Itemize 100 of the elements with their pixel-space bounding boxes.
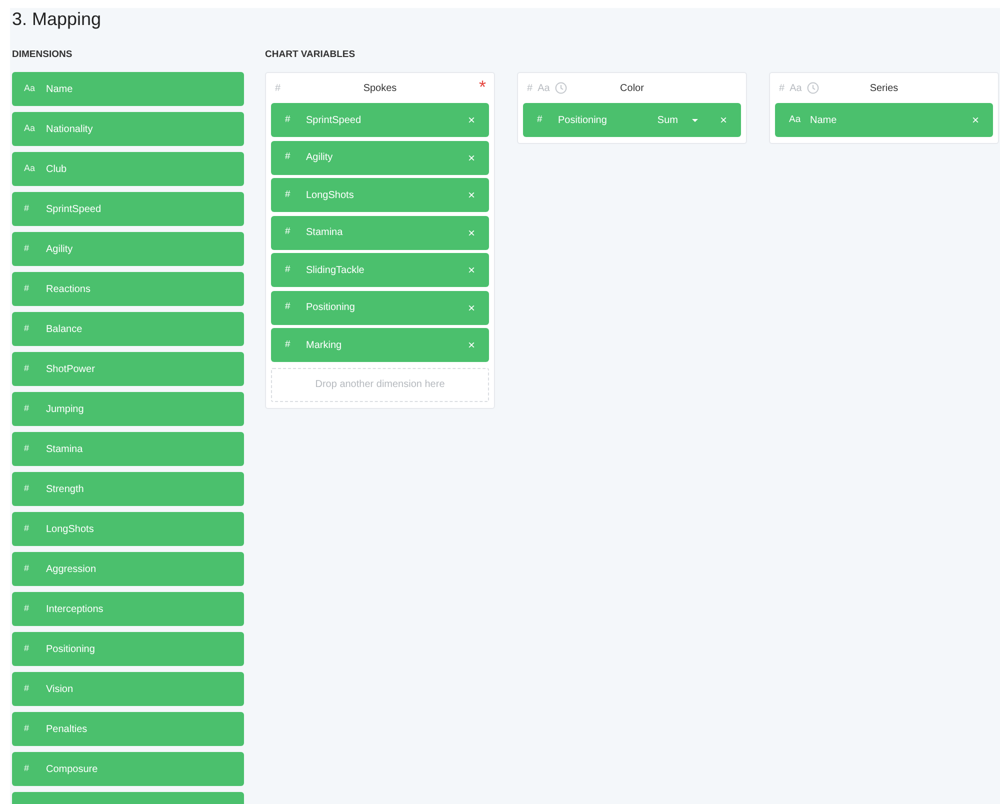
dimension-chip[interactable]: Aa Name bbox=[12, 72, 244, 106]
type-label: # bbox=[537, 112, 544, 127]
dimension-chip[interactable]: # Positioning bbox=[12, 632, 244, 666]
remove-button[interactable]: × bbox=[720, 114, 727, 126]
dimension-chip[interactable]: # Penalties bbox=[12, 712, 244, 746]
variable-chip[interactable]: Aa Name × bbox=[775, 103, 993, 137]
variable-chip[interactable]: # SlidingTackle × bbox=[271, 253, 489, 287]
dimension-label: Strength bbox=[46, 482, 84, 496]
variable-chip[interactable]: # Stamina × bbox=[271, 216, 489, 250]
type-label: # bbox=[285, 150, 292, 164]
type-label: Aa bbox=[789, 112, 802, 127]
variable-chip[interactable]: # Agility × bbox=[271, 140, 489, 174]
variable-chip[interactable]: # Positioning × bbox=[271, 290, 489, 324]
type-label: # bbox=[24, 282, 30, 296]
dimension-label: Reactions bbox=[46, 282, 90, 296]
type-label: # bbox=[24, 482, 30, 496]
aggregation-select[interactable]: Sum bbox=[657, 112, 678, 128]
dimension-chip[interactable]: # Jumping bbox=[12, 392, 244, 426]
variable-label: SprintSpeed bbox=[306, 114, 362, 128]
dimension-chip[interactable]: # Vision bbox=[12, 672, 244, 706]
dimension-chip[interactable]: # Agility bbox=[12, 232, 244, 266]
type-label: # bbox=[24, 242, 30, 256]
type-label: Aa bbox=[24, 82, 36, 96]
variable-title: Spokes bbox=[363, 82, 397, 96]
variable-label: LongShots bbox=[306, 188, 355, 202]
type-label: Aa bbox=[538, 82, 550, 96]
dimension-label: Vision bbox=[46, 682, 74, 696]
remove-button[interactable]: × bbox=[468, 114, 475, 126]
type-label: # bbox=[285, 188, 292, 202]
type-label: # bbox=[24, 722, 30, 736]
type-label: # bbox=[779, 82, 785, 96]
variable-chip[interactable]: # Positioning Sum × bbox=[523, 103, 741, 137]
type-label: # bbox=[24, 762, 30, 776]
variable-chip[interactable]: # SprintSpeed × bbox=[271, 103, 489, 137]
dimension-label: Aggression bbox=[46, 562, 96, 576]
dimension-label: Penalties bbox=[46, 722, 88, 736]
variable-chip[interactable]: # LongShots × bbox=[271, 178, 489, 212]
type-label: # bbox=[24, 642, 30, 656]
remove-button[interactable]: × bbox=[468, 302, 475, 314]
dimension-label: Club bbox=[46, 162, 67, 176]
variable-label: Agility bbox=[306, 151, 334, 165]
type-label: Aa bbox=[24, 122, 36, 136]
type-label: # bbox=[24, 522, 30, 536]
type-label: # bbox=[285, 225, 292, 240]
dimension-chip[interactable]: # Aggression bbox=[12, 552, 244, 586]
remove-button[interactable]: × bbox=[468, 226, 475, 238]
type-label: # bbox=[24, 202, 30, 216]
variable-label: Name bbox=[810, 114, 838, 128]
clock-icon bbox=[806, 82, 819, 94]
dimension-label: Stamina bbox=[46, 442, 83, 456]
dimension-label: SprintSpeed bbox=[46, 202, 102, 216]
type-label: # bbox=[275, 82, 281, 96]
dimension-label: Jumping bbox=[46, 402, 84, 416]
dimension-label: ShotPower bbox=[46, 362, 95, 376]
dimension-chip[interactable]: # Interceptions bbox=[12, 592, 244, 626]
caret-icon[interactable] bbox=[692, 118, 698, 122]
dimension-chip[interactable]: # LongShots bbox=[12, 512, 244, 546]
type-label: Aa bbox=[24, 162, 36, 176]
variable-label: SlidingTackle bbox=[306, 264, 366, 278]
type-label: # bbox=[24, 362, 30, 376]
remove-button[interactable]: × bbox=[972, 114, 979, 126]
clock-icon bbox=[554, 82, 567, 94]
dimension-chip[interactable]: # Stamina bbox=[12, 432, 244, 466]
remove-button[interactable]: × bbox=[468, 189, 475, 201]
dimension-chip[interactable]: Aa Nationality bbox=[12, 112, 244, 146]
dimension-chip[interactable]: # ShotPower bbox=[12, 352, 244, 386]
dimension-label: Agility bbox=[46, 242, 73, 256]
dimension-label: Positioning bbox=[46, 642, 95, 656]
type-label: # bbox=[527, 82, 533, 96]
dimension-chip[interactable]: # SprintSpeed bbox=[12, 192, 244, 226]
variable-chip[interactable]: # Marking × bbox=[271, 328, 489, 362]
type-label: # bbox=[24, 682, 30, 696]
variable-title: Series bbox=[870, 82, 898, 96]
dimension-chip[interactable]: # Strength bbox=[12, 472, 244, 506]
dimension-label: Composure bbox=[46, 762, 98, 776]
type-label: # bbox=[24, 322, 30, 336]
dimensions-heading: DIMENSIONS bbox=[12, 49, 72, 61]
dimension-chip[interactable]: # Balance bbox=[12, 312, 244, 346]
dimension-label: Name bbox=[46, 82, 73, 96]
dimension-label: Nationality bbox=[46, 122, 93, 136]
dimension-chip[interactable]: # Composure bbox=[12, 752, 244, 786]
drop-zone[interactable]: Drop another dimension here bbox=[271, 368, 489, 402]
dimension-label: LongShots bbox=[46, 522, 94, 536]
variable-title: Color bbox=[620, 82, 644, 96]
type-label: # bbox=[285, 300, 292, 314]
type-label: # bbox=[24, 442, 30, 456]
dimension-label: Interceptions bbox=[46, 602, 104, 616]
chart-variables-heading: CHART VARIABLES bbox=[265, 49, 356, 61]
dimension-label: Balance bbox=[46, 322, 82, 336]
variable-label: Positioning bbox=[306, 301, 356, 315]
remove-button[interactable]: × bbox=[468, 152, 475, 164]
required-mark: * bbox=[478, 78, 486, 96]
remove-button[interactable]: × bbox=[468, 339, 475, 351]
variable-label: Stamina bbox=[306, 226, 344, 240]
remove-button[interactable]: × bbox=[468, 264, 475, 276]
dimension-chip[interactable]: Aa Club bbox=[12, 152, 244, 186]
dimension-chip[interactable]: # Reactions bbox=[12, 272, 244, 306]
type-label: # bbox=[24, 562, 30, 576]
variable-label: Marking bbox=[306, 338, 343, 352]
variable-label: Positioning bbox=[558, 114, 608, 128]
